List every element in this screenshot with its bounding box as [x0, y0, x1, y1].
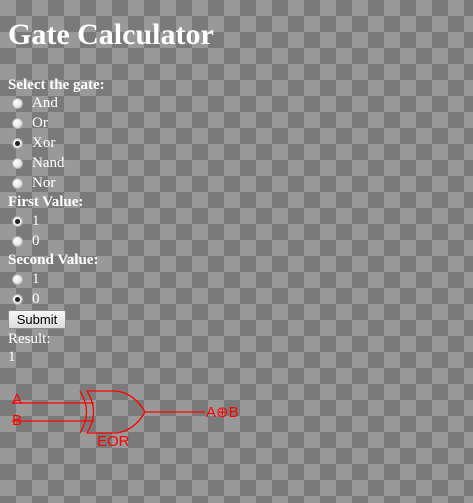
input-a-label: A [12, 391, 22, 408]
radio-label: 1 [32, 270, 40, 287]
radio-option-nand[interactable]: Nand [12, 153, 65, 173]
gate-select-label: Select the gate: [8, 77, 105, 93]
first-value-label: First Value: [8, 194, 84, 210]
xor-gate-diagram: A B A⊕B EOR [12, 390, 239, 450]
gate-body [85, 390, 146, 434]
submit-button[interactable]: Submit [8, 310, 66, 329]
radio-button[interactable] [12, 293, 23, 305]
radio-button[interactable] [12, 117, 23, 129]
radio-option-nor[interactable]: Nor [12, 173, 55, 193]
radio-label: 0 [32, 232, 40, 249]
radio-button[interactable] [12, 215, 23, 227]
gate-name-label: EOR [97, 433, 130, 450]
radio-label: Or [32, 114, 48, 131]
second-value-option-1[interactable]: 1 [12, 269, 40, 289]
radio-option-or[interactable]: Or [12, 113, 48, 133]
second-value-label: Second Value: [8, 252, 99, 268]
radio-label: Nor [32, 174, 56, 191]
radio-button[interactable] [12, 97, 23, 109]
first-value-option-1[interactable]: 1 [12, 211, 40, 231]
radio-button[interactable] [12, 157, 23, 169]
radio-label: 0 [32, 290, 40, 307]
radio-button[interactable] [12, 137, 23, 149]
page-title: Gate Calculator [8, 18, 214, 51]
radio-label: 1 [32, 212, 40, 229]
radio-option-xor[interactable]: Xor [12, 133, 55, 153]
second-value-option-0[interactable]: 0 [12, 289, 40, 309]
first-value-option-0[interactable]: 0 [12, 231, 40, 251]
result-label: Result: [8, 331, 51, 347]
radio-button[interactable] [12, 273, 23, 285]
radio-label: And [32, 94, 58, 111]
radio-button[interactable] [12, 235, 23, 247]
output-label: A⊕B [206, 404, 239, 421]
result-value: 1 [8, 349, 16, 365]
xor-back-curve [79, 390, 88, 434]
radio-button[interactable] [12, 177, 23, 189]
input-b-label: B [12, 412, 22, 429]
radio-label: Xor [32, 134, 56, 151]
radio-option-and[interactable]: And [12, 93, 58, 113]
radio-label: Nand [32, 154, 65, 171]
